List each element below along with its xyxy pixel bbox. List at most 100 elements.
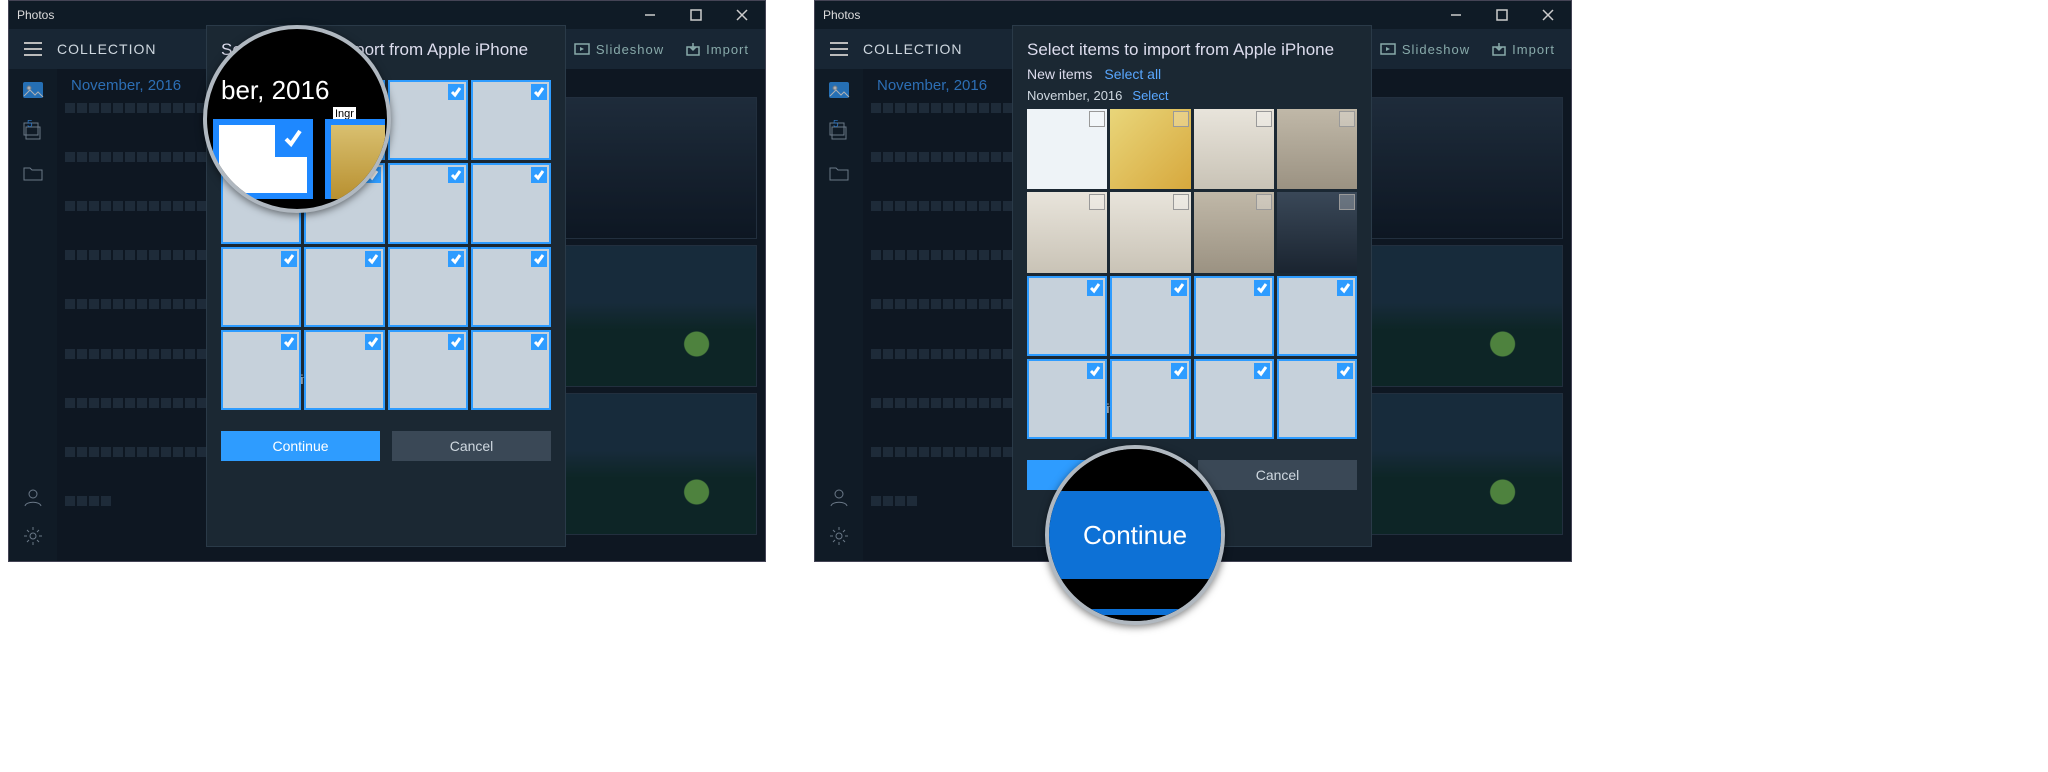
cancel-button[interactable]: Cancel (1198, 460, 1357, 490)
import-action[interactable]: Import (1492, 42, 1555, 57)
checkbox-empty-icon (1256, 194, 1272, 210)
collection-heading: COLLECTION (57, 41, 156, 57)
photo-thumb[interactable] (221, 330, 301, 410)
photo-thumb[interactable] (1110, 109, 1190, 189)
new-items-label: New items (1027, 66, 1092, 82)
close-button[interactable] (719, 1, 765, 29)
photo-thumb[interactable] (471, 163, 551, 243)
check-icon (531, 251, 547, 267)
background-thumbs (871, 103, 1021, 543)
photo-thumb[interactable] (388, 330, 468, 410)
check-icon (275, 121, 311, 157)
check-icon (281, 251, 297, 267)
rail-account-icon[interactable] (23, 487, 43, 512)
photo-thumb[interactable] (388, 247, 468, 327)
thumbnail-grid (1027, 109, 1357, 389)
dialog-month-label: November, 2016 (1027, 88, 1122, 103)
photo-thumb[interactable] (388, 163, 468, 243)
photo-thumb[interactable] (1194, 276, 1274, 356)
photo-thumb[interactable] (1027, 359, 1107, 439)
zoom-continue-detail: Continue (1045, 445, 1225, 625)
close-button[interactable] (1525, 1, 1571, 29)
checkbox-empty-icon (1089, 194, 1105, 210)
check-icon (448, 251, 464, 267)
app-title: Photos (17, 8, 54, 22)
rail-photos-icon[interactable] (22, 81, 44, 104)
hamburger-button[interactable] (9, 48, 57, 50)
rail-account-icon[interactable] (829, 487, 849, 512)
photo-thumb[interactable] (304, 330, 384, 410)
select-link[interactable]: Select (1132, 88, 1168, 103)
maximize-button[interactable] (1479, 1, 1525, 29)
rail-settings-icon[interactable] (829, 526, 849, 551)
photo-thumb[interactable] (1194, 109, 1274, 189)
check-icon (1087, 363, 1103, 379)
zoom-selected-thumb (213, 119, 313, 199)
check-icon (531, 84, 547, 100)
photo-thumb[interactable] (471, 80, 551, 160)
photo-thumb[interactable] (388, 80, 468, 160)
photo-thumb[interactable] (1194, 192, 1274, 272)
maximize-button[interactable] (673, 1, 719, 29)
check-icon (531, 334, 547, 350)
background-thumbs (65, 103, 215, 543)
check-icon (448, 167, 464, 183)
check-icon (448, 84, 464, 100)
checkbox-empty-icon (1339, 111, 1355, 127)
photo-thumb[interactable] (1110, 359, 1190, 439)
rail-albums-icon[interactable] (23, 122, 43, 147)
check-icon (1171, 363, 1187, 379)
photo-thumb[interactable] (1110, 276, 1190, 356)
rail-albums-icon[interactable] (829, 122, 849, 147)
rail-settings-icon[interactable] (23, 526, 43, 551)
rail-folders-icon[interactable] (23, 165, 43, 186)
checkbox-empty-icon (1089, 111, 1105, 127)
collection-heading: COLLECTION (863, 41, 962, 57)
rail-photos-icon[interactable] (828, 81, 850, 104)
photo-thumb[interactable] (471, 247, 551, 327)
check-icon (1254, 280, 1270, 296)
check-icon (1171, 280, 1187, 296)
slideshow-action[interactable]: Slideshow (1380, 42, 1470, 57)
photo-thumb[interactable] (304, 247, 384, 327)
zoom-second-thumb (325, 119, 385, 199)
checkbox-empty-icon (1173, 194, 1189, 210)
check-icon (1254, 363, 1270, 379)
check-icon (365, 251, 381, 267)
background-previews (1363, 97, 1563, 535)
window-title-bar: Photos (815, 1, 1571, 29)
check-icon (1337, 280, 1353, 296)
zoom-month-text: ber, 2016 (221, 75, 329, 106)
photo-thumb[interactable] (1277, 276, 1357, 356)
checkbox-empty-icon (1173, 111, 1189, 127)
check-icon (1087, 280, 1103, 296)
photo-thumb[interactable] (1027, 192, 1107, 272)
photo-thumb[interactable] (1027, 276, 1107, 356)
photo-thumb[interactable] (1027, 109, 1107, 189)
photo-thumb[interactable] (1277, 359, 1357, 439)
check-icon (448, 334, 464, 350)
photo-thumb[interactable] (1110, 192, 1190, 272)
checkbox-empty-icon (1256, 111, 1272, 127)
hamburger-button[interactable] (815, 48, 863, 50)
screenshot-left: Photos COLLECTION Select (8, 0, 766, 562)
photo-thumb[interactable] (221, 247, 301, 327)
minimize-button[interactable] (627, 1, 673, 29)
minimize-button[interactable] (1433, 1, 1479, 29)
select-all-link[interactable]: Select all (1104, 66, 1161, 82)
rail-folders-icon[interactable] (829, 165, 849, 186)
cancel-button[interactable]: Cancel (392, 431, 551, 461)
slideshow-action[interactable]: Slideshow (574, 42, 664, 57)
photo-thumb[interactable] (1277, 109, 1357, 189)
zoom-continue-label: Continue (1049, 491, 1221, 579)
app-title: Photos (823, 8, 860, 22)
check-icon (1337, 363, 1353, 379)
window-title-bar: Photos (9, 1, 765, 29)
photo-thumb[interactable] (471, 330, 551, 410)
left-rail: 5 (9, 69, 57, 561)
import-action[interactable]: Import (686, 42, 749, 57)
continue-button[interactable]: Continue (221, 431, 380, 461)
photo-thumb[interactable] (1277, 192, 1357, 272)
left-rail: 5 (815, 69, 863, 561)
photo-thumb[interactable] (1194, 359, 1274, 439)
